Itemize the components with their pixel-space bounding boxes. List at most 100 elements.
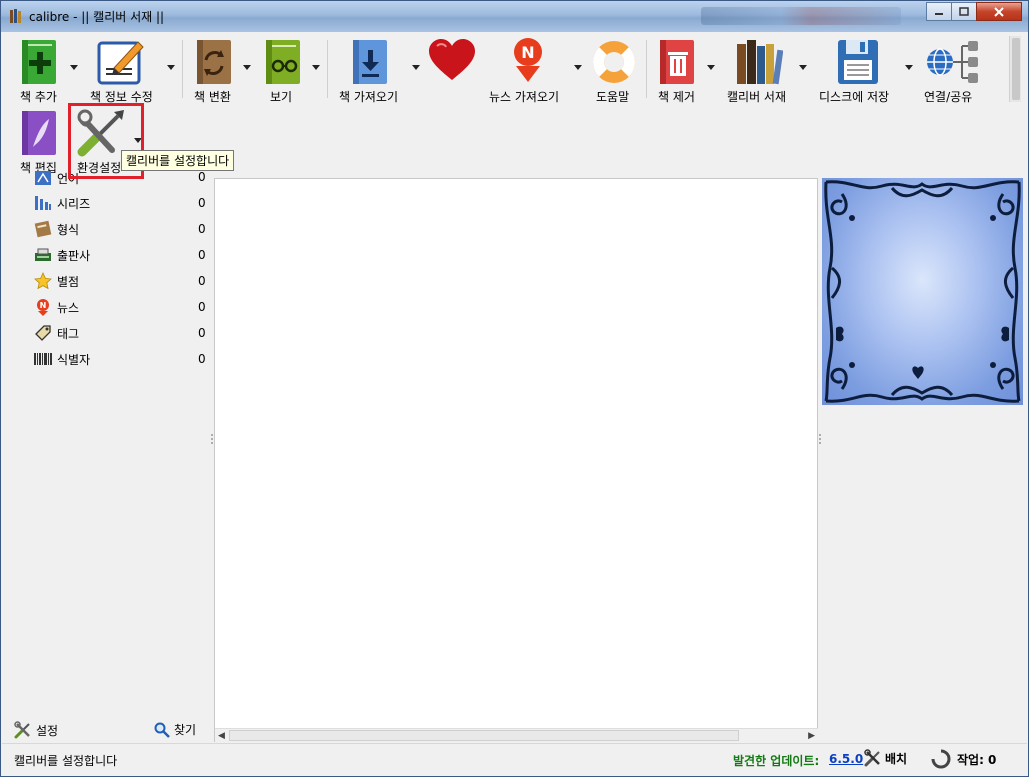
edit-metadata-button[interactable]: 책 정보 수정 (82, 36, 162, 104)
add-book-icon (22, 40, 56, 84)
tree-item-label: 태그 (57, 326, 80, 341)
tree-item-identifiers[interactable]: 식별자 (34, 348, 90, 370)
layout-button[interactable]: 배치 (864, 749, 907, 767)
tag-browser: 언어 0 시리즈 0 형식 0 출판사 0 별점 0 N 뉴스 0 태그 0 식… (2, 170, 209, 743)
convert-book-label: 책 변환 (194, 90, 231, 104)
view-book-dropdown[interactable] (312, 65, 320, 70)
tree-item-tags[interactable]: 태그 (34, 322, 79, 344)
remove-book-button[interactable]: 책 제거 (652, 36, 704, 104)
tree-item-publisher[interactable]: 출판사 (34, 244, 90, 266)
publisher-icon (34, 246, 52, 264)
calibre-library-button[interactable]: 캘리버 서재 (724, 36, 794, 104)
tree-item-count: 0 (198, 222, 206, 236)
tree-item-label: 형식 (57, 222, 80, 237)
convert-book-dropdown[interactable] (243, 65, 251, 70)
format-icon (34, 220, 52, 238)
tag-icon (34, 324, 52, 342)
fetch-news-label: 뉴스 가져오기 (489, 90, 560, 104)
edit-metadata-dropdown[interactable] (167, 65, 175, 70)
calibre-library-dropdown[interactable] (799, 65, 807, 70)
tag-browser-settings-button[interactable]: 설정 (14, 721, 58, 739)
toolbar-separator (646, 40, 647, 98)
jobs-label: 작업: 0 (957, 752, 997, 767)
toolbar-separator (182, 40, 183, 98)
edit-book-icon (22, 111, 56, 155)
donate-button[interactable] (426, 36, 478, 86)
tree-item-count: 0 (198, 170, 206, 184)
preferences-tooltip: 캘리버를 설정합니다 (121, 150, 235, 171)
minimize-button[interactable] (926, 2, 952, 21)
book-list[interactable] (214, 178, 818, 742)
tree-item-label: 뉴스 (57, 300, 80, 315)
calibre-app-icon (10, 9, 21, 23)
tree-item-label: 식별자 (57, 352, 91, 367)
save-to-disk-dropdown[interactable] (905, 65, 913, 70)
help-button[interactable]: 도움말 (588, 36, 640, 104)
search-icon (154, 722, 170, 738)
remove-book-icon (660, 40, 694, 84)
connect-share-icon (927, 41, 978, 83)
tree-item-news[interactable]: N 뉴스 (34, 296, 79, 318)
connect-share-button[interactable]: 연결/공유 (920, 36, 986, 104)
tree-item-count: 0 (198, 274, 206, 288)
calibre-window: calibre - || 캘리버 서재 || 책 추가 책 정보 수정 책 변환… (0, 0, 1029, 777)
get-books-dropdown[interactable] (412, 65, 420, 70)
title-bar[interactable]: calibre - || 캘리버 서재 || (1, 1, 1028, 32)
view-book-button[interactable]: 보기 (258, 36, 308, 104)
minimize-icon (935, 12, 943, 15)
tree-item-count: 0 (198, 196, 206, 210)
convert-book-button[interactable]: 책 변환 (188, 36, 240, 104)
update-version-link[interactable]: 6.5.0 (829, 752, 863, 766)
scroll-right-icon[interactable]: ▶ (808, 731, 815, 741)
help-lifebuoy-icon (593, 41, 635, 83)
tree-item-count: 0 (198, 248, 206, 262)
fetch-news-button[interactable]: N 뉴스 가져오기 (486, 36, 570, 104)
tree-item-label: 별점 (57, 274, 80, 289)
remove-book-label: 책 제거 (658, 90, 695, 104)
jobs-spinner-icon (931, 749, 951, 769)
toolbar-scrollbar[interactable] (1009, 36, 1021, 102)
layout-label: 배치 (885, 751, 908, 766)
tree-item-format[interactable]: 형식 (34, 218, 79, 240)
jobs-button[interactable]: 작업: 0 (931, 749, 996, 769)
right-splitter-handle[interactable] (818, 433, 822, 445)
maximize-button[interactable] (951, 2, 977, 21)
fetch-news-dropdown[interactable] (574, 65, 582, 70)
add-book-label: 책 추가 (20, 90, 57, 104)
calibre-library-label: 캘리버 서재 (727, 90, 787, 104)
tag-browser-find-button[interactable]: 찾기 (154, 721, 196, 738)
get-books-button[interactable]: 책 가져오기 (336, 36, 410, 104)
remove-book-dropdown[interactable] (707, 65, 715, 70)
book-list-horizontal-scrollbar[interactable]: ◀ ▶ (215, 728, 818, 742)
edit-book-button[interactable]: 책 편집 (8, 107, 60, 175)
tree-item-label: 출판사 (57, 248, 91, 263)
calibre-library-icon (737, 40, 783, 85)
tree-item-count: 0 (198, 352, 206, 366)
update-available-label: 발견한 업데이트: (733, 754, 820, 768)
convert-book-icon (197, 40, 231, 84)
save-to-disk-label: 디스크에 저장 (819, 90, 890, 104)
wrench-screwdriver-icon (14, 721, 30, 739)
scroll-left-icon[interactable]: ◀ (218, 731, 225, 741)
tree-item-rating[interactable]: 별점 (34, 270, 79, 292)
barcode-icon (34, 350, 52, 368)
ornamental-cover-image (824, 180, 1021, 403)
tree-item-count: 0 (198, 300, 206, 314)
scrollbar-thumb[interactable] (229, 730, 739, 741)
news-icon: N (34, 298, 52, 316)
view-book-icon (266, 40, 300, 84)
toolbar-separator (327, 40, 328, 98)
toolbar-scrollbar-thumb[interactable] (1012, 38, 1020, 100)
tree-item-series[interactable]: 시리즈 (34, 192, 90, 214)
status-message: 캘리버를 설정합니다 (14, 754, 118, 768)
book-cover-panel[interactable] (822, 178, 1023, 405)
tag-browser-find-label: 찾기 (174, 723, 197, 737)
save-to-disk-button[interactable]: 디스크에 저장 (816, 36, 900, 104)
close-icon (994, 6, 1004, 17)
get-books-icon (353, 40, 387, 84)
series-icon (34, 194, 52, 212)
add-book-button[interactable]: 책 추가 (8, 36, 74, 104)
close-button[interactable] (976, 2, 1022, 21)
fetch-news-icon: N (514, 38, 542, 82)
add-book-dropdown[interactable] (70, 65, 78, 70)
